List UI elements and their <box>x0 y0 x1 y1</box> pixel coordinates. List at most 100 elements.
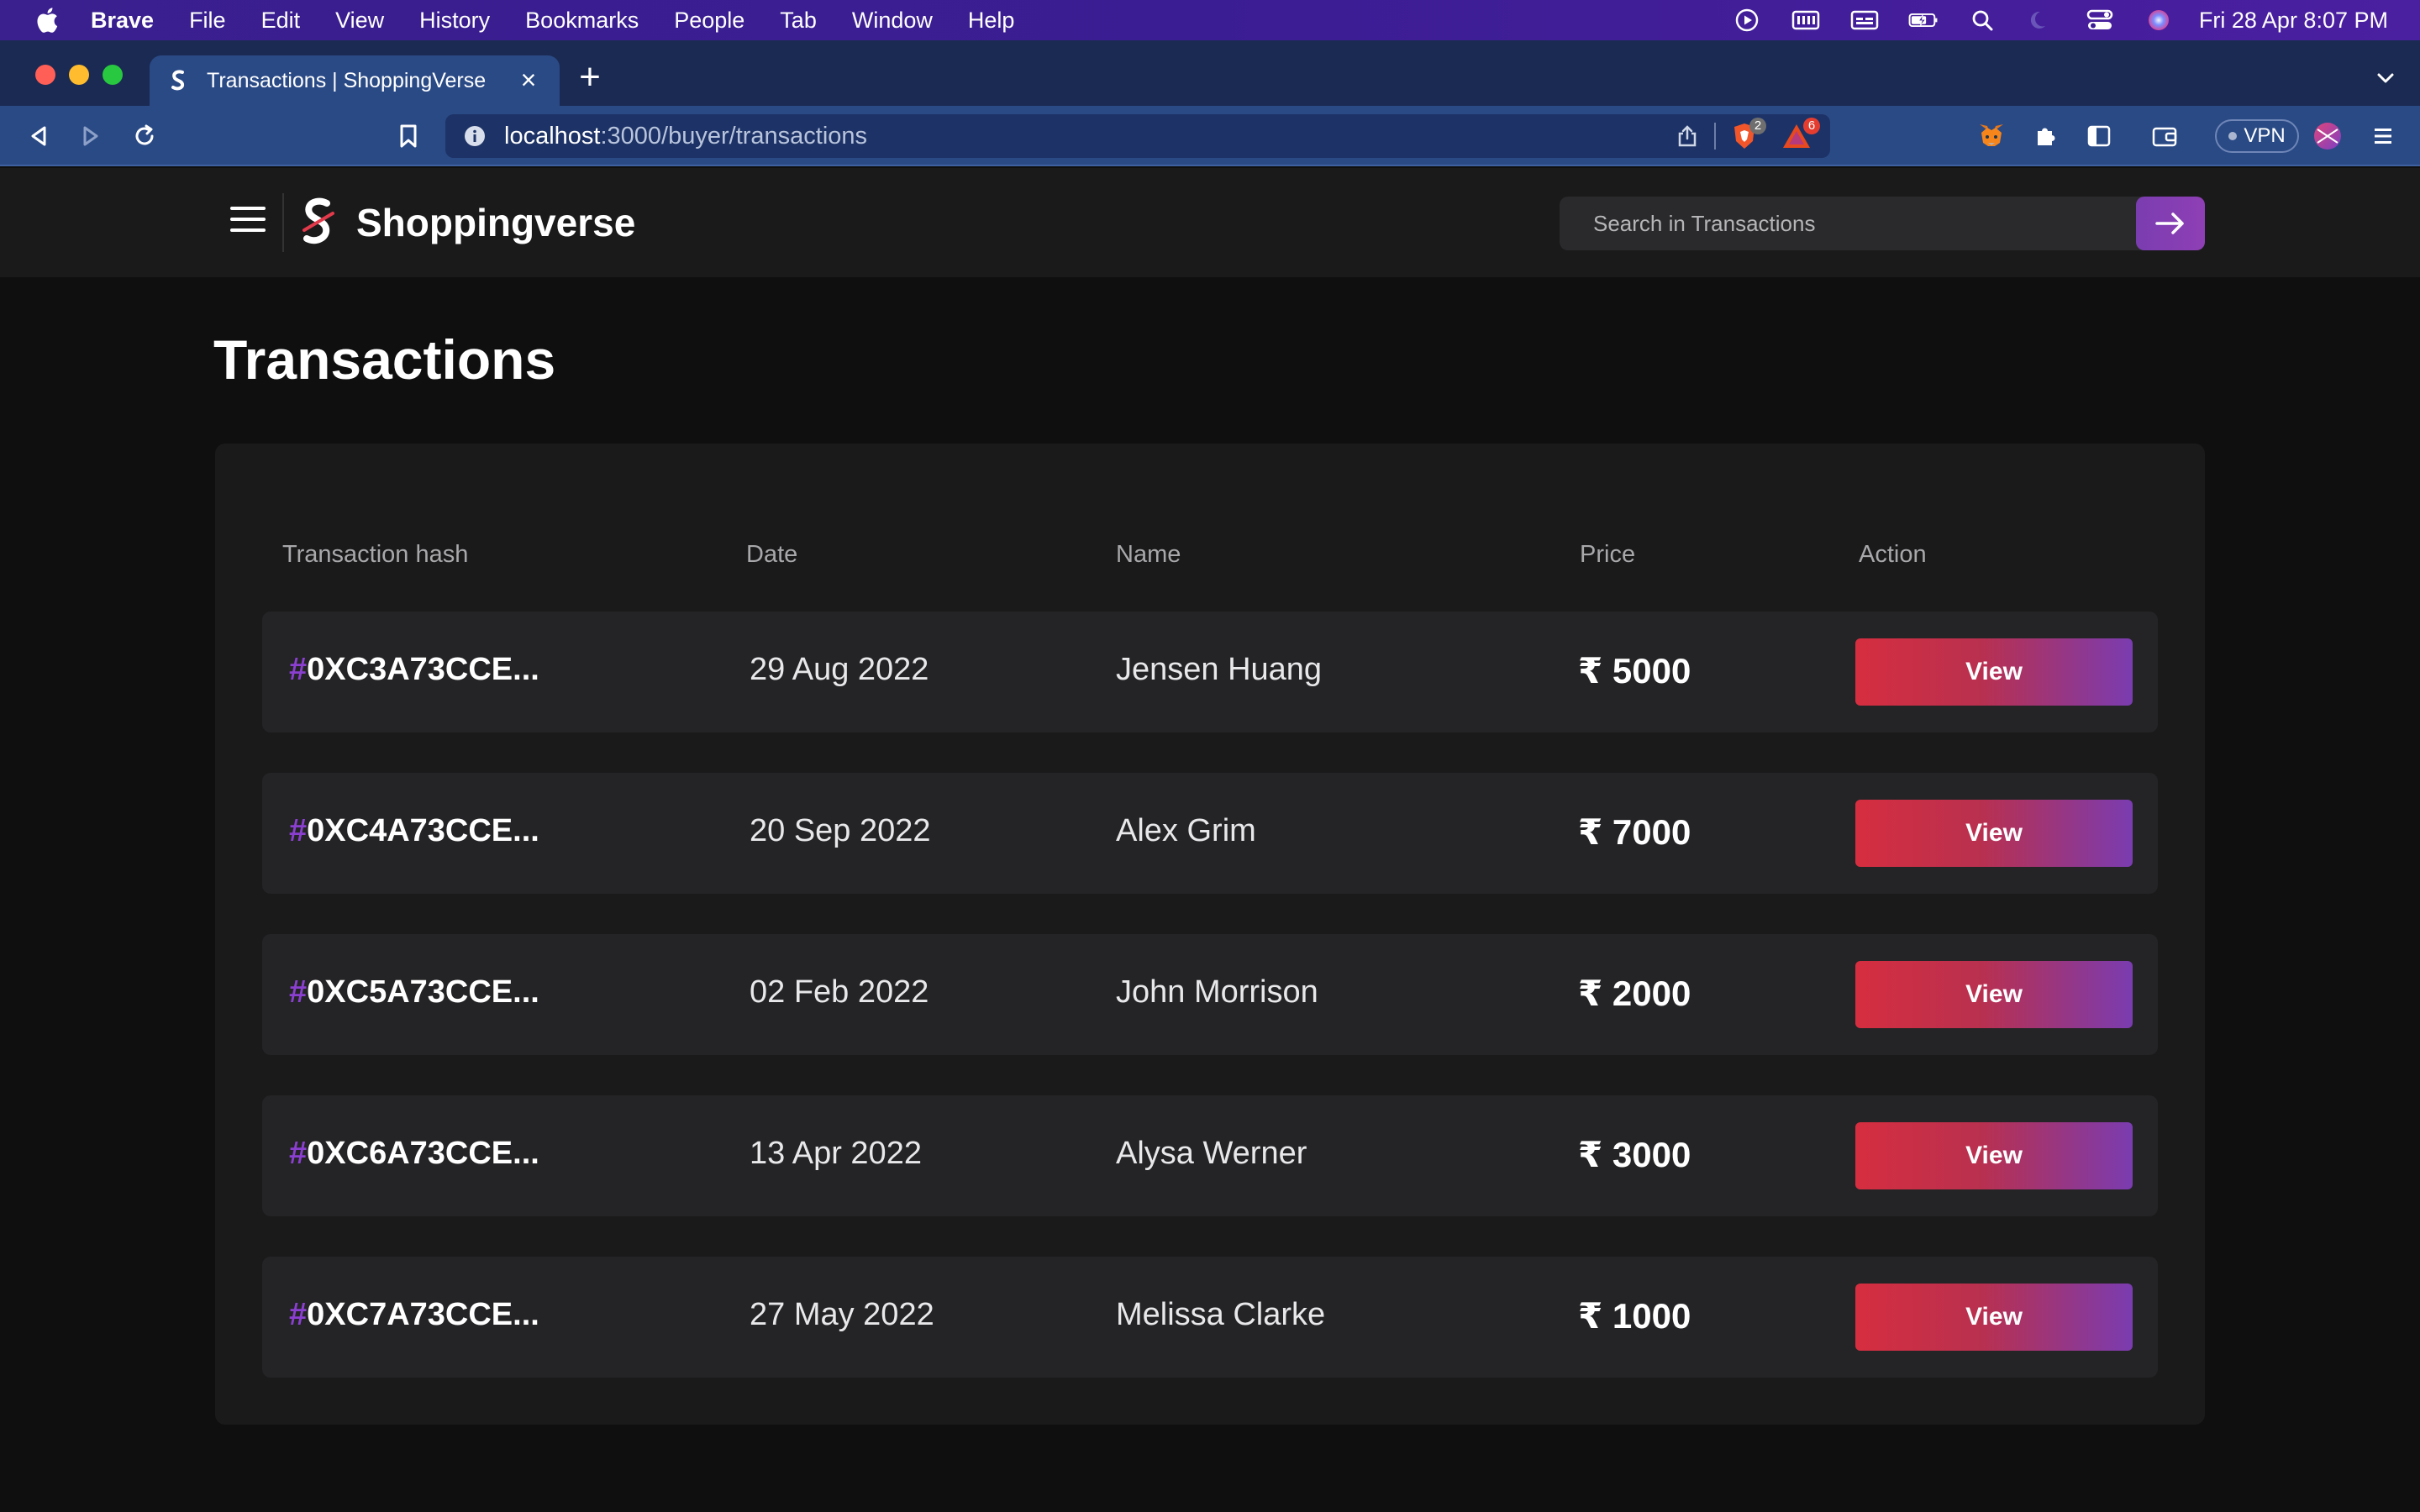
hash-symbol: # <box>289 1297 308 1332</box>
metamask-icon[interactable] <box>1976 121 2007 151</box>
address-bar[interactable]: localhost:3000/buyer/transactions 2 6 <box>445 114 1830 158</box>
transaction-date: 27 May 2022 <box>750 1297 934 1332</box>
search-bar <box>1560 197 2205 250</box>
url-host: localhost <box>504 122 601 150</box>
profile-avatar[interactable] <box>2312 121 2343 151</box>
brave-shield-icon[interactable]: 2 <box>1729 118 1766 151</box>
transaction-date: 20 Sep 2022 <box>750 813 931 848</box>
browser-tab-active[interactable]: Transactions | ShoppingVerse × <box>150 55 560 106</box>
transaction-price: ₹ 7000 <box>1578 812 1691 852</box>
transaction-name: Alex Grim <box>1116 813 1256 848</box>
chevron-down-icon[interactable] <box>2373 66 2398 91</box>
control-center-icon[interactable] <box>2085 8 2115 33</box>
close-icon[interactable]: × <box>516 66 541 93</box>
info-icon[interactable] <box>464 125 486 147</box>
window-close-button[interactable] <box>35 65 55 85</box>
apple-icon[interactable] <box>34 6 59 34</box>
bookmark-icon[interactable] <box>393 121 424 151</box>
view-button[interactable]: View <box>1855 800 2133 867</box>
view-button[interactable]: View <box>1855 638 2133 706</box>
header-divider <box>282 193 284 252</box>
hash-symbol: # <box>289 974 308 1010</box>
transaction-price: ₹ 3000 <box>1578 1135 1691 1174</box>
menu-edit[interactable]: Edit <box>261 8 301 34</box>
wallet-icon[interactable] <box>2149 121 2180 151</box>
transaction-name: John Morrison <box>1116 974 1318 1010</box>
table-header: Transaction hash Date Name Price Action <box>215 541 2205 575</box>
transaction-hash[interactable]: #0XC5A73CCE... <box>289 974 539 1011</box>
search-submit-button[interactable] <box>2136 197 2205 250</box>
browser-toolbar: localhost:3000/buyer/transactions 2 6 VP… <box>0 106 2420 166</box>
menubar-clock[interactable]: Fri 28 Apr 8:07 PM <box>2199 8 2388 34</box>
search-icon[interactable] <box>1967 8 1997 33</box>
hash-value: 0XC3A73CCE... <box>307 652 539 687</box>
transaction-name: Jensen Huang <box>1116 652 1323 687</box>
siri-icon[interactable] <box>2144 8 2174 33</box>
hash-value: 0XC7A73CCE... <box>307 1297 539 1332</box>
column-header-action: Action <box>1859 541 1927 568</box>
battery-icon[interactable] <box>1908 8 1939 33</box>
menu-help[interactable]: Help <box>968 8 1015 34</box>
search-input[interactable] <box>1560 197 2131 250</box>
view-button[interactable]: View <box>1855 1122 2133 1189</box>
sidebar-icon[interactable] <box>2084 121 2114 151</box>
view-button[interactable]: View <box>1855 1284 2133 1351</box>
tab-title: Transactions | ShoppingVerse <box>207 68 487 92</box>
rewards-count-badge: 6 <box>1803 118 1820 134</box>
menu-people[interactable]: People <box>674 8 744 34</box>
extensions-icon[interactable] <box>2030 121 2060 151</box>
page-title: Transactions <box>213 328 556 391</box>
window-minimize-button[interactable] <box>69 65 89 85</box>
forward-icon[interactable] <box>76 121 106 151</box>
menu-app-name[interactable]: Brave <box>91 8 154 34</box>
hamburger-icon[interactable] <box>230 207 266 239</box>
transaction-price: ₹ 5000 <box>1578 651 1691 690</box>
back-icon[interactable] <box>24 121 54 151</box>
menu-bookmarks[interactable]: Bookmarks <box>525 8 639 34</box>
rewards-icon[interactable]: 6 <box>1780 118 1820 151</box>
table-row: #0XC3A73CCE... 29 Aug 2022 Jensen Huang … <box>262 612 2158 732</box>
menu-view[interactable]: View <box>335 8 384 34</box>
table-row: #0XC5A73CCE... 02 Feb 2022 John Morrison… <box>262 934 2158 1055</box>
menu-tab[interactable]: Tab <box>780 8 817 34</box>
url-divider <box>1714 123 1716 150</box>
hash-value: 0XC5A73CCE... <box>307 974 539 1010</box>
shield-count-badge: 2 <box>1749 118 1766 134</box>
brand-name[interactable]: Shoppingverse <box>356 200 635 245</box>
hash-value: 0XC6A73CCE... <box>307 1136 539 1171</box>
menu-window[interactable]: Window <box>852 8 933 34</box>
caption-icon[interactable] <box>1849 8 1880 33</box>
transaction-hash[interactable]: #0XC6A73CCE... <box>289 1136 539 1172</box>
hash-value: 0XC4A73CCE... <box>307 813 539 848</box>
transaction-hash[interactable]: #0XC7A73CCE... <box>289 1297 539 1333</box>
menubar-status-area: Fri 28 Apr 8:07 PM <box>1703 0 2388 40</box>
play-circle-icon[interactable] <box>1732 8 1762 33</box>
moon-icon[interactable] <box>2026 8 2056 33</box>
table-row: #0XC6A73CCE... 13 Apr 2022 Alysa Werner … <box>262 1095 2158 1216</box>
transaction-date: 29 Aug 2022 <box>750 652 929 687</box>
menu-icon[interactable] <box>2368 121 2398 151</box>
window-zoom-button[interactable] <box>103 65 123 85</box>
transaction-price: ₹ 1000 <box>1578 1296 1691 1336</box>
table-row: #0XC4A73CCE... 20 Sep 2022 Alex Grim ₹ 7… <box>262 773 2158 894</box>
macos-menubar: Brave File Edit View History Bookmarks P… <box>0 0 2420 40</box>
reload-icon[interactable] <box>129 121 160 151</box>
vpn-button[interactable]: VPN <box>2215 119 2299 153</box>
shoppingverse-logo[interactable] <box>299 197 336 249</box>
memory-icon[interactable] <box>1791 8 1821 33</box>
menu-history[interactable]: History <box>419 8 490 34</box>
transaction-hash[interactable]: #0XC4A73CCE... <box>289 813 539 849</box>
new-tab-button[interactable]: + <box>573 59 607 96</box>
menu-file[interactable]: File <box>189 8 226 34</box>
app-header: Shoppingverse <box>0 168 2420 277</box>
shoppingverse-favicon <box>171 70 185 91</box>
column-header-hash: Transaction hash <box>282 541 469 568</box>
url-path: :3000/buyer/transactions <box>600 122 868 150</box>
view-button[interactable]: View <box>1855 961 2133 1028</box>
transactions-panel: Transaction hash Date Name Price Action … <box>215 444 2205 1425</box>
vpn-label: VPN <box>2244 124 2286 147</box>
transaction-hash[interactable]: #0XC3A73CCE... <box>289 652 539 688</box>
share-icon[interactable] <box>1676 124 1699 148</box>
hash-symbol: # <box>289 813 308 848</box>
transaction-price: ₹ 2000 <box>1578 974 1691 1013</box>
